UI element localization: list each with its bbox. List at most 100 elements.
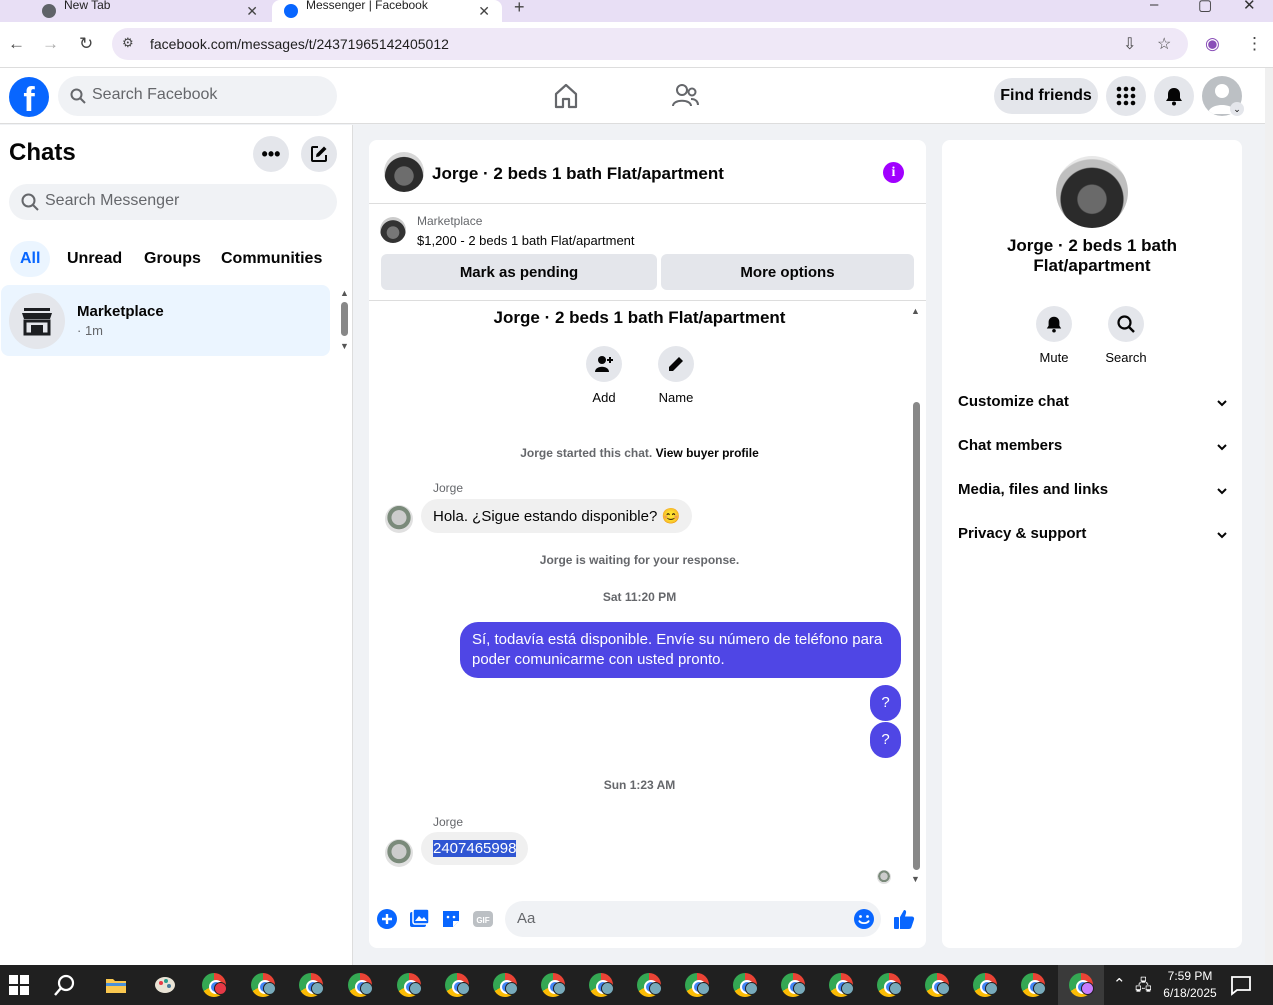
- profile-icon[interactable]: ◉: [1205, 34, 1220, 54]
- incoming-message[interactable]: 2407465998: [421, 832, 529, 865]
- messenger-search[interactable]: [9, 184, 337, 220]
- thread-scrollbar-thumb[interactable]: [913, 402, 920, 870]
- facebook-search-input[interactable]: [92, 86, 322, 104]
- mute-button[interactable]: [1036, 306, 1072, 342]
- scroll-down-arrow-icon[interactable]: ▼: [340, 341, 349, 351]
- network-icon[interactable]: 🖧: [1135, 975, 1152, 1000]
- like-button[interactable]: [892, 907, 916, 931]
- forward-arrow-icon[interactable]: →: [42, 34, 59, 54]
- tab-new-tab[interactable]: New Tab ✕: [30, 0, 270, 22]
- conversation-title[interactable]: Jorge · 2 beds 1 bath Flat/apartment: [432, 164, 724, 184]
- sender-avatar[interactable]: [385, 839, 413, 867]
- sidebar-scrollbar-thumb[interactable]: [341, 302, 348, 336]
- windows-start-icon[interactable]: [7, 973, 31, 997]
- notifications-button[interactable]: [1154, 76, 1194, 116]
- scroll-up-arrow-icon[interactable]: ▲: [911, 306, 920, 316]
- chats-title: Chats: [9, 139, 76, 166]
- new-tab-plus-icon[interactable]: +: [514, 0, 525, 18]
- emoji-icon[interactable]: [853, 908, 875, 930]
- add-action[interactable]: Add: [574, 346, 634, 405]
- listing-avatar[interactable]: [384, 152, 424, 192]
- window-close-icon[interactable]: ✕: [1243, 0, 1256, 14]
- home-icon[interactable]: [550, 80, 582, 112]
- notification-center-icon[interactable]: [1229, 973, 1253, 997]
- menu-kebab-icon[interactable]: ⋮: [1246, 34, 1263, 54]
- photo-button[interactable]: [407, 907, 431, 931]
- mark-as-pending-button[interactable]: Mark as pending: [381, 254, 657, 290]
- plus-button[interactable]: [375, 907, 399, 931]
- back-arrow-icon[interactable]: ←: [8, 34, 25, 54]
- privacy-support-section[interactable]: Privacy & support: [958, 525, 1228, 549]
- filter-communities[interactable]: Communities: [211, 241, 332, 277]
- outgoing-message[interactable]: ?: [870, 722, 901, 758]
- close-tab-icon[interactable]: ✕: [478, 3, 490, 20]
- listing-photo-avatar[interactable]: [1056, 156, 1128, 228]
- sticker-button[interactable]: [439, 907, 463, 931]
- new-message-button[interactable]: [301, 136, 337, 172]
- outgoing-message[interactable]: Sí, todavía está disponible. Envíe su nú…: [460, 622, 901, 678]
- listing-description[interactable]: $1,200 - 2 beds 1 bath Flat/apartment: [417, 233, 635, 248]
- tray-chevron-icon[interactable]: ⌃: [1113, 975, 1126, 993]
- taskbar-search-icon[interactable]: [53, 973, 77, 997]
- incoming-message[interactable]: Hola. ¿Sigue estando disponible? 😊: [421, 499, 693, 533]
- name-button[interactable]: [658, 346, 694, 382]
- selected-phone-number[interactable]: 2407465998: [433, 840, 517, 857]
- system-clock[interactable]: 7:59 PM 6/18/2025: [1160, 968, 1220, 1002]
- url-omnibox[interactable]: ⚙ facebook.com/messages/t/24371965142405…: [112, 28, 1188, 60]
- chat-started-text: Jorge started this chat.: [520, 446, 653, 460]
- filter-all[interactable]: All: [10, 241, 51, 277]
- info-icon[interactable]: i: [883, 162, 904, 183]
- chrome-icon: [42, 4, 56, 18]
- page-scrollbar[interactable]: [1265, 68, 1273, 964]
- facebook-logo-icon[interactable]: f: [9, 77, 49, 117]
- message-composer: GIF: [369, 898, 926, 942]
- messenger-search-input[interactable]: [45, 192, 325, 210]
- chevron-down-icon: [1217, 532, 1227, 539]
- site-settings-icon[interactable]: ⚙: [122, 35, 134, 51]
- maximize-icon[interactable]: ▢: [1198, 0, 1212, 14]
- chat-members-section[interactable]: Chat members: [958, 437, 1228, 461]
- search-button[interactable]: [1108, 306, 1144, 342]
- chat-name: Marketplace: [77, 303, 164, 320]
- friends-icon[interactable]: [669, 80, 701, 112]
- message-input-box[interactable]: [505, 901, 881, 937]
- search-action[interactable]: Search: [1096, 306, 1156, 365]
- media-files-links-section[interactable]: Media, files and links: [958, 481, 1228, 505]
- message-input[interactable]: [517, 910, 837, 927]
- filter-unread[interactable]: Unread: [57, 241, 132, 277]
- name-action[interactable]: Name: [646, 346, 706, 405]
- thumbs-up-icon: [894, 910, 915, 929]
- account-chevron-icon[interactable]: ⌄: [1230, 102, 1244, 116]
- sticker-icon: [443, 911, 459, 927]
- paint-app-icon[interactable]: [153, 973, 177, 997]
- find-friends-button[interactable]: Find friends: [994, 78, 1098, 114]
- minimize-icon[interactable]: –: [1150, 0, 1158, 13]
- scroll-up-arrow-icon[interactable]: ▲: [340, 288, 349, 298]
- reload-icon[interactable]: ↻: [79, 34, 93, 54]
- install-app-icon[interactable]: ⇩: [1123, 34, 1136, 54]
- mute-action[interactable]: Mute: [1024, 306, 1084, 365]
- timestamp: Sat 11:20 PM: [602, 590, 677, 604]
- sender-avatar[interactable]: [385, 505, 413, 533]
- scroll-down-arrow-icon[interactable]: ▼: [911, 874, 920, 884]
- thread-title: Jorge · 2 beds 1 bath Flat/apartment: [493, 308, 786, 327]
- file-explorer-icon[interactable]: [104, 973, 128, 997]
- chat-options-button[interactable]: •••: [253, 136, 289, 172]
- chat-list-item[interactable]: Marketplace · 1m: [1, 285, 330, 356]
- gif-button[interactable]: GIF: [471, 907, 495, 931]
- customize-chat-section[interactable]: Customize chat: [958, 393, 1228, 417]
- add-person-button[interactable]: [586, 346, 622, 382]
- view-buyer-profile-link[interactable]: View buyer profile: [656, 446, 759, 460]
- listing-thumbnail[interactable]: [380, 217, 406, 243]
- url-text[interactable]: facebook.com/messages/t/2437196514240501…: [150, 36, 449, 52]
- outgoing-message[interactable]: ?: [870, 685, 901, 721]
- menu-grid-button[interactable]: [1106, 76, 1146, 116]
- profile-badge-icon: [1033, 982, 1046, 995]
- facebook-search[interactable]: [58, 76, 337, 116]
- more-options-button[interactable]: More options: [661, 254, 914, 290]
- tab-messenger[interactable]: Messenger | Facebook ✕: [272, 0, 502, 22]
- filter-groups[interactable]: Groups: [134, 241, 211, 277]
- bookmark-star-icon[interactable]: ☆: [1157, 34, 1171, 54]
- chat-started-notice: Jorge started this chat. View buyer prof…: [369, 446, 910, 460]
- close-tab-icon[interactable]: ✕: [246, 3, 258, 20]
